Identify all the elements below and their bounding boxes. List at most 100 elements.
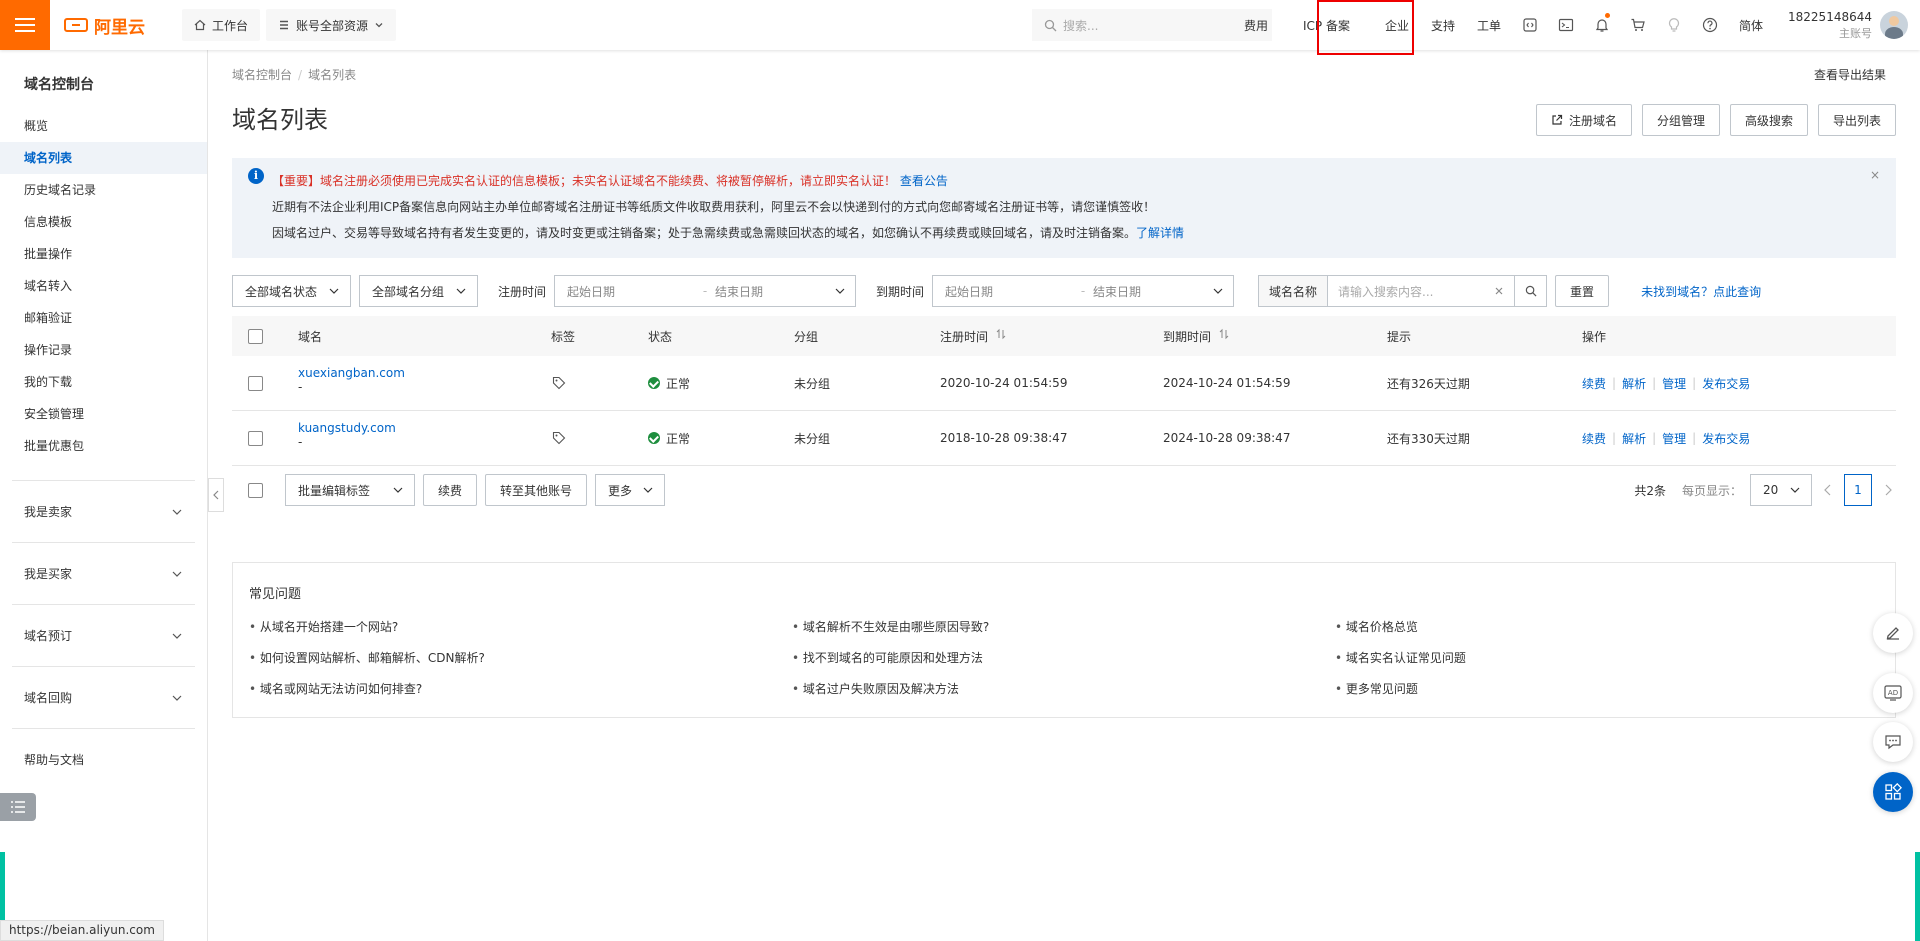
code-icon	[1523, 18, 1537, 32]
nav-ticket[interactable]: 工单	[1466, 0, 1512, 50]
sidebar-item-op-log[interactable]: 操作记录	[0, 334, 207, 366]
manage-link[interactable]: 管理	[1662, 430, 1686, 447]
renew-link[interactable]: 续费	[1582, 375, 1606, 392]
prev-page-icon[interactable]	[1820, 482, 1836, 498]
bulk-edit-tags-select[interactable]: 批量编辑标签	[285, 474, 415, 506]
notice-announcement-link[interactable]: 查看公告	[900, 174, 948, 188]
sidebar-group-buyback[interactable]: 域名回购	[12, 666, 195, 728]
page-number[interactable]: 1	[1844, 474, 1872, 506]
publish-trade-link[interactable]: 发布交易	[1702, 375, 1750, 392]
domain-search-input[interactable]: 请输入搜索内容...	[1328, 276, 1514, 306]
exp-date-range-picker[interactable]: 起始日期 - 结束日期	[932, 275, 1235, 307]
col-exp-time[interactable]: 到期时间	[1163, 328, 1229, 345]
dns-link[interactable]: 解析	[1622, 375, 1646, 392]
domain-link[interactable]: kuangstudy.com	[298, 421, 396, 435]
bulk-renew-button[interactable]: 续费	[423, 474, 478, 506]
chevron-down-icon	[329, 288, 339, 294]
sidebar-item-history[interactable]: 历史域名记录	[0, 174, 207, 206]
nav-icp[interactable]: ICP 备案	[1279, 0, 1374, 50]
sidebar-group-reserve[interactable]: 域名预订	[12, 604, 195, 666]
export-list-button[interactable]: 导出列表	[1817, 104, 1896, 136]
sidebar-group-seller[interactable]: 我是卖家	[12, 480, 195, 542]
list-toggle-button[interactable]	[0, 793, 36, 821]
register-domain-button[interactable]: 注册域名	[1535, 104, 1632, 136]
faq-item[interactable]: 如何设置网站解析、邮箱解析、CDN解析?	[249, 649, 792, 666]
workbench-button[interactable]: 工作台	[182, 9, 261, 41]
faq-item[interactable]: 从域名开始搭建一个网站?	[249, 618, 792, 635]
tag-icon[interactable]	[552, 376, 566, 393]
bulk-select-checkbox[interactable]	[248, 482, 263, 498]
manage-link[interactable]: 管理	[1662, 375, 1686, 392]
help-button[interactable]	[1692, 0, 1728, 50]
nav-enterprise[interactable]: 企业	[1374, 0, 1420, 50]
faq-item[interactable]: 找不到域名的可能原因和处理方法	[792, 649, 1335, 666]
next-page-icon[interactable]	[1880, 482, 1896, 498]
view-export-results-link[interactable]: 查看导出结果	[1814, 66, 1886, 83]
avatar[interactable]	[1880, 11, 1908, 39]
bulk-more-select[interactable]: 更多	[595, 474, 666, 506]
terminal-icon-button[interactable]	[1548, 0, 1584, 50]
domain-name-search-type[interactable]: 域名名称	[1259, 276, 1329, 306]
sidebar-item-batch[interactable]: 批量操作	[0, 238, 207, 270]
breadcrumb-console[interactable]: 域名控制台	[232, 68, 292, 82]
sidebar-item-security-lock[interactable]: 安全锁管理	[0, 398, 207, 430]
language-switch[interactable]: 简体	[1728, 0, 1774, 50]
sidebar-item-email-verify[interactable]: 邮箱验证	[0, 302, 207, 334]
notification-button[interactable]	[1584, 0, 1620, 50]
tips-button[interactable]	[1656, 0, 1692, 50]
nav-support[interactable]: 支持	[1420, 0, 1466, 50]
faq-item[interactable]: 域名或网站无法访问如何排查?	[249, 680, 792, 697]
reg-date-range-picker[interactable]: 起始日期 - 结束日期	[554, 275, 857, 307]
sidebar-group-buyer[interactable]: 我是买家	[12, 542, 195, 604]
col-reg-time[interactable]: 注册时间	[940, 328, 1006, 345]
renew-link[interactable]: 续费	[1582, 430, 1606, 447]
chat-button[interactable]	[1873, 722, 1913, 762]
check-circle-icon	[648, 432, 660, 444]
sidebar-item-templates[interactable]: 信息模板	[0, 206, 207, 238]
sidebar-item-overview[interactable]: 概览	[0, 110, 207, 142]
nav-billing[interactable]: 费用	[1233, 0, 1279, 50]
faq-item[interactable]: 更多常见问题	[1335, 680, 1835, 697]
row-checkbox[interactable]	[248, 376, 263, 391]
sidebar-item-transfer-in[interactable]: 域名转入	[0, 270, 207, 302]
cart-button[interactable]	[1620, 0, 1656, 50]
faq-item[interactable]: 域名解析不生效是由哪些原因导致?	[792, 618, 1335, 635]
notice-details-link[interactable]: 了解详情	[1136, 226, 1184, 240]
apps-button[interactable]	[1873, 772, 1913, 812]
notice-close-icon[interactable]: ×	[1870, 168, 1880, 182]
bulk-transfer-button[interactable]: 转至其他账号	[485, 474, 588, 506]
domain-link[interactable]: xuexiangban.com	[298, 366, 405, 380]
reset-button[interactable]: 重置	[1555, 275, 1610, 307]
dns-link[interactable]: 解析	[1622, 430, 1646, 447]
row-checkbox[interactable]	[248, 431, 263, 446]
sidebar-help-docs[interactable]: 帮助与文档	[12, 728, 195, 790]
faq-item[interactable]: 域名过户失败原因及解决方法	[792, 680, 1335, 697]
code-icon-button[interactable]	[1512, 0, 1548, 50]
account-info[interactable]: 18225148644 主账号	[1774, 9, 1878, 41]
publish-trade-link[interactable]: 发布交易	[1702, 430, 1750, 447]
advanced-search-button[interactable]: 高级搜索	[1729, 104, 1808, 136]
faq-item[interactable]: 域名实名认证常见问题	[1335, 649, 1835, 666]
group-filter-select[interactable]: 全部域名分组	[359, 275, 478, 307]
sidebar-item-downloads[interactable]: 我的下载	[0, 366, 207, 398]
sidebar-item-domain-list[interactable]: 域名列表	[0, 142, 207, 174]
sidebar-collapse-button[interactable]	[208, 478, 224, 512]
col-tip: 提示	[1387, 329, 1412, 344]
per-page-select[interactable]: 20	[1750, 474, 1812, 506]
tag-icon[interactable]	[552, 431, 566, 448]
faq-item[interactable]: 域名价格总览	[1335, 618, 1835, 635]
reg-time-cell: 2020-10-24 01:54:59	[940, 376, 1068, 390]
aliyun-logo[interactable]: 阿里云	[64, 13, 176, 38]
resources-dropdown[interactable]: 账号全部资源	[266, 9, 397, 41]
domain-not-found-link[interactable]: 未找到域名？点此查询	[1641, 283, 1761, 300]
menu-button[interactable]	[0, 0, 50, 50]
table-header: 域名 标签 状态 分组 注册时间 到期时间 提示 操作	[232, 316, 1896, 356]
clear-icon[interactable]	[1494, 286, 1504, 296]
sidebar-item-bulk-packages[interactable]: 批量优惠包	[0, 430, 207, 462]
group-manage-button[interactable]: 分组管理	[1641, 104, 1720, 136]
domain-search-button[interactable]	[1514, 276, 1546, 306]
feedback-edit-button[interactable]	[1873, 613, 1913, 653]
select-all-checkbox[interactable]	[248, 329, 263, 344]
ad-button[interactable]: AD	[1873, 673, 1913, 713]
status-filter-select[interactable]: 全部域名状态	[232, 275, 351, 307]
